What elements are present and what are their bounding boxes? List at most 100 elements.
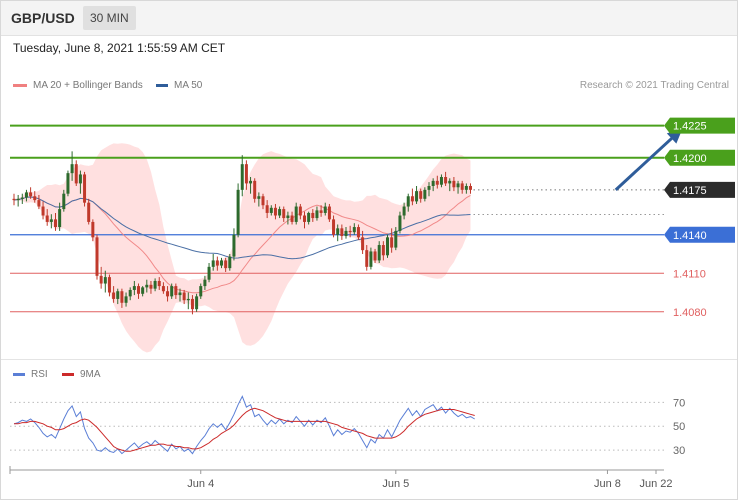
candle-body-6: [37, 200, 41, 207]
candle-body-4: [29, 192, 33, 197]
candle-body-44: [195, 296, 199, 310]
candle-body-32: [145, 284, 149, 288]
candle-body-27: [124, 296, 128, 303]
rsi-series-0: [13, 395, 475, 455]
candle-body-24: [112, 292, 116, 299]
x-tick-label-0: Jun 4: [187, 478, 214, 490]
candle-body-34: [153, 280, 157, 289]
candle-body-106: [452, 180, 456, 188]
candle-body-102: [435, 180, 439, 185]
candle-body-93: [398, 215, 402, 231]
candle-body-79: [340, 228, 344, 237]
candle-body-47: [207, 266, 211, 280]
rsi-tick-label-0: 30: [673, 445, 685, 457]
candle-body-17: [83, 174, 87, 203]
candle-body-57: [249, 180, 253, 184]
candle-body-16: [78, 174, 82, 184]
candle-body-107: [456, 183, 460, 188]
candle-body-21: [99, 275, 103, 284]
candle-body-39: [174, 286, 178, 296]
candle-body-70: [303, 215, 306, 222]
candle-body-84: [361, 237, 365, 251]
candle-body-98: [419, 191, 423, 199]
candle-body-96: [410, 196, 414, 202]
x-tick-label-3: Jun 22: [639, 478, 672, 490]
candle-body-9: [49, 219, 53, 222]
candle-body-72: [311, 212, 315, 219]
candle-body-91: [390, 237, 394, 248]
rsi-tick-label-1: 50: [673, 421, 685, 433]
candle-body-45: [199, 286, 203, 297]
candle-body-105: [448, 180, 452, 184]
candle-body-63: [273, 207, 277, 216]
candle-body-29: [132, 286, 136, 290]
candle-body-15: [74, 164, 78, 184]
candle-body-64: [278, 209, 282, 216]
candle-body-30: [137, 286, 140, 294]
candle-body-7: [41, 206, 45, 216]
candle-body-5: [33, 196, 37, 201]
candle-body-85: [365, 250, 369, 267]
candle-body-68: [294, 206, 298, 222]
rsi-tick-label-2: 70: [673, 397, 685, 409]
candle-body-81: [348, 230, 352, 233]
candle-body-108: [460, 183, 464, 190]
candle-body-14: [70, 164, 74, 174]
candle-body-59: [257, 196, 261, 199]
candle-body-104: [444, 177, 448, 184]
candle-body-92: [394, 230, 398, 248]
candle-body-86: [369, 251, 373, 267]
candle-body-28: [128, 289, 132, 297]
candle-body-99: [423, 189, 427, 199]
candle-body-1: [16, 198, 20, 201]
x-tick-label-2: Jun 8: [594, 478, 621, 490]
candle-body-103: [439, 177, 443, 185]
candle-body-37: [166, 291, 170, 297]
candle-body-60: [261, 196, 265, 206]
candle-body-31: [141, 287, 145, 294]
candle-body-58: [253, 180, 257, 199]
candle-body-78: [336, 228, 340, 235]
candle-body-18: [87, 202, 91, 222]
candle-body-33: [149, 284, 153, 289]
candle-body-13: [66, 173, 70, 194]
candle-body-52: [228, 256, 232, 269]
level-tag-label-2: 1.4175: [673, 185, 707, 197]
level-tag-label-3: 1.4140: [673, 230, 707, 242]
candle-body-80: [344, 230, 348, 237]
candle-body-3: [24, 192, 28, 198]
candle-body-2: [20, 197, 24, 199]
candle-body-95: [406, 196, 410, 207]
candle-body-22: [103, 277, 107, 284]
candle-body-51: [224, 260, 228, 269]
candle-body-89: [381, 245, 385, 256]
candle-body-36: [161, 286, 165, 292]
candle-body-25: [116, 291, 120, 299]
candle-body-61: [265, 205, 269, 213]
candle-body-73: [315, 210, 319, 219]
rsi-series-1: [14, 407, 475, 452]
candle-body-12: [62, 193, 66, 210]
candle-body-19: [91, 221, 95, 238]
candle-body-10: [54, 219, 57, 228]
candle-body-40: [178, 292, 182, 296]
candle-body-43: [190, 298, 194, 310]
candle-body-69: [298, 206, 302, 216]
candle-body-83: [356, 227, 360, 238]
candle-body-46: [203, 279, 207, 287]
candle-body-76: [327, 206, 331, 220]
candle-body-97: [415, 191, 419, 202]
candle-body-67: [290, 215, 294, 222]
candle-body-90: [386, 237, 389, 256]
candle-body-48: [211, 260, 215, 267]
candle-body-8: [45, 215, 49, 222]
candle-body-38: [170, 286, 174, 297]
candle-body-55: [240, 164, 244, 190]
candle-body-42: [186, 298, 190, 301]
candle-body-101: [431, 180, 435, 186]
candle-body-88: [377, 245, 381, 261]
candle-body-41: [182, 292, 186, 301]
candle-body-109: [464, 185, 468, 190]
candle-body-53: [232, 234, 236, 257]
level-tag-label-0: 1.4225: [673, 121, 707, 133]
